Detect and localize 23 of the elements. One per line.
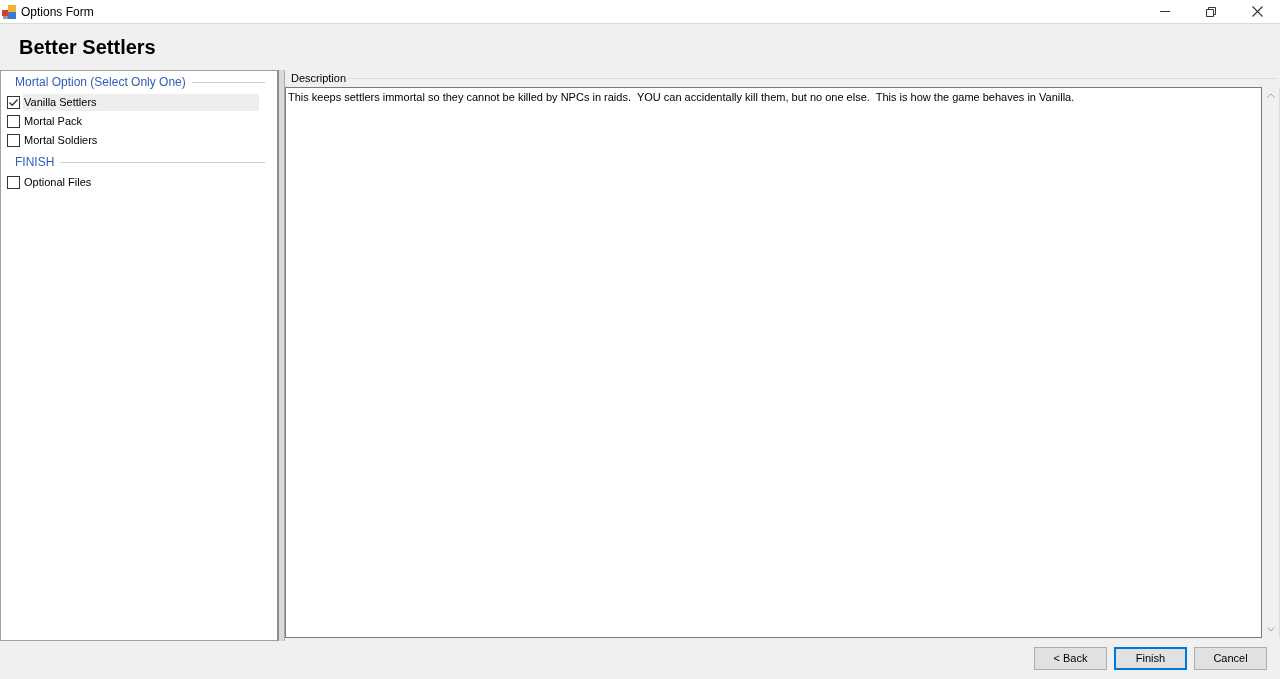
- scroll-up-icon: [1266, 93, 1275, 98]
- dialog-button[interactable]: Finish: [1114, 647, 1187, 670]
- checkbox[interactable]: [7, 133, 20, 147]
- scroll-down-icon: [1266, 627, 1275, 632]
- close-icon: [1251, 6, 1263, 17]
- group-title: FINISH: [15, 154, 55, 171]
- minimize-icon: [1160, 11, 1170, 12]
- window-title: Options Form: [21, 3, 94, 21]
- app-icon: [2, 4, 16, 19]
- checkbox[interactable]: [7, 95, 20, 109]
- checkbox[interactable]: [7, 175, 20, 189]
- option-item[interactable]: Mortal Soldiers: [23, 131, 259, 149]
- dialog-button[interactable]: Cancel: [1194, 647, 1267, 670]
- checkbox[interactable]: [7, 114, 20, 128]
- option-item[interactable]: Optional Files: [23, 173, 259, 191]
- header-title: Better Settlers: [19, 35, 156, 60]
- description-field[interactable]: This keeps settlers immortal so they cannot be killed by NPCs in raids. YOU can accidentally kill them, but no one else. This is how the game behaves in Vanilla.: [285, 87, 1262, 638]
- group-title: Mortal Option (Select Only One): [15, 74, 186, 91]
- description-label: Description: [291, 71, 347, 87]
- dialog-button[interactable]: < Back: [1034, 647, 1107, 670]
- option-item[interactable]: Mortal Pack: [23, 112, 259, 130]
- option-item[interactable]: Vanilla Settlers: [23, 93, 259, 111]
- restore-icon: [1206, 6, 1216, 17]
